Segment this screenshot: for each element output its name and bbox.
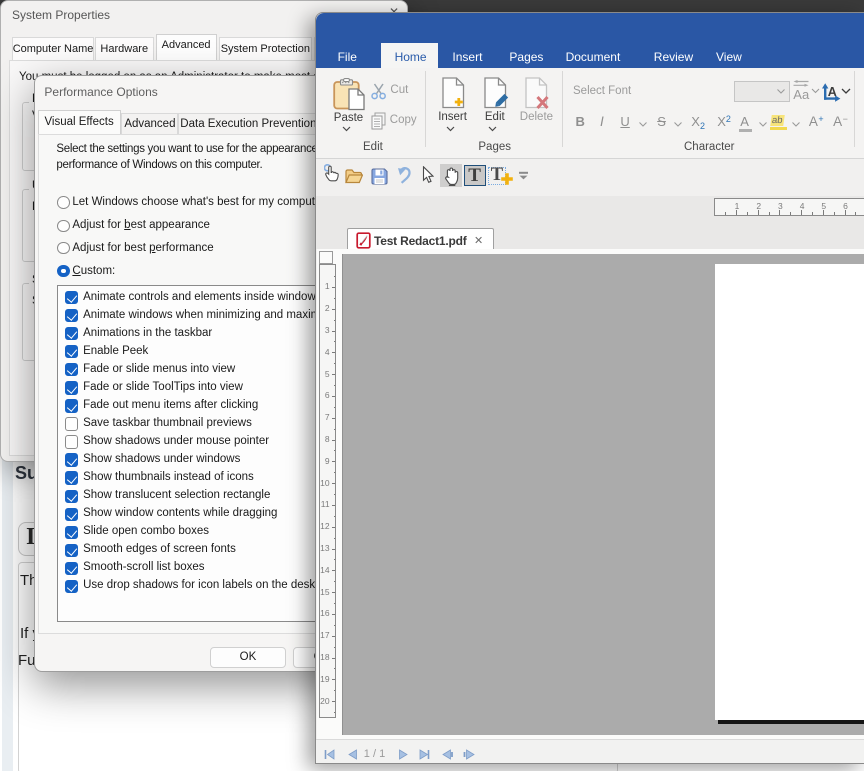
svg-text:A: A bbox=[827, 85, 836, 99]
